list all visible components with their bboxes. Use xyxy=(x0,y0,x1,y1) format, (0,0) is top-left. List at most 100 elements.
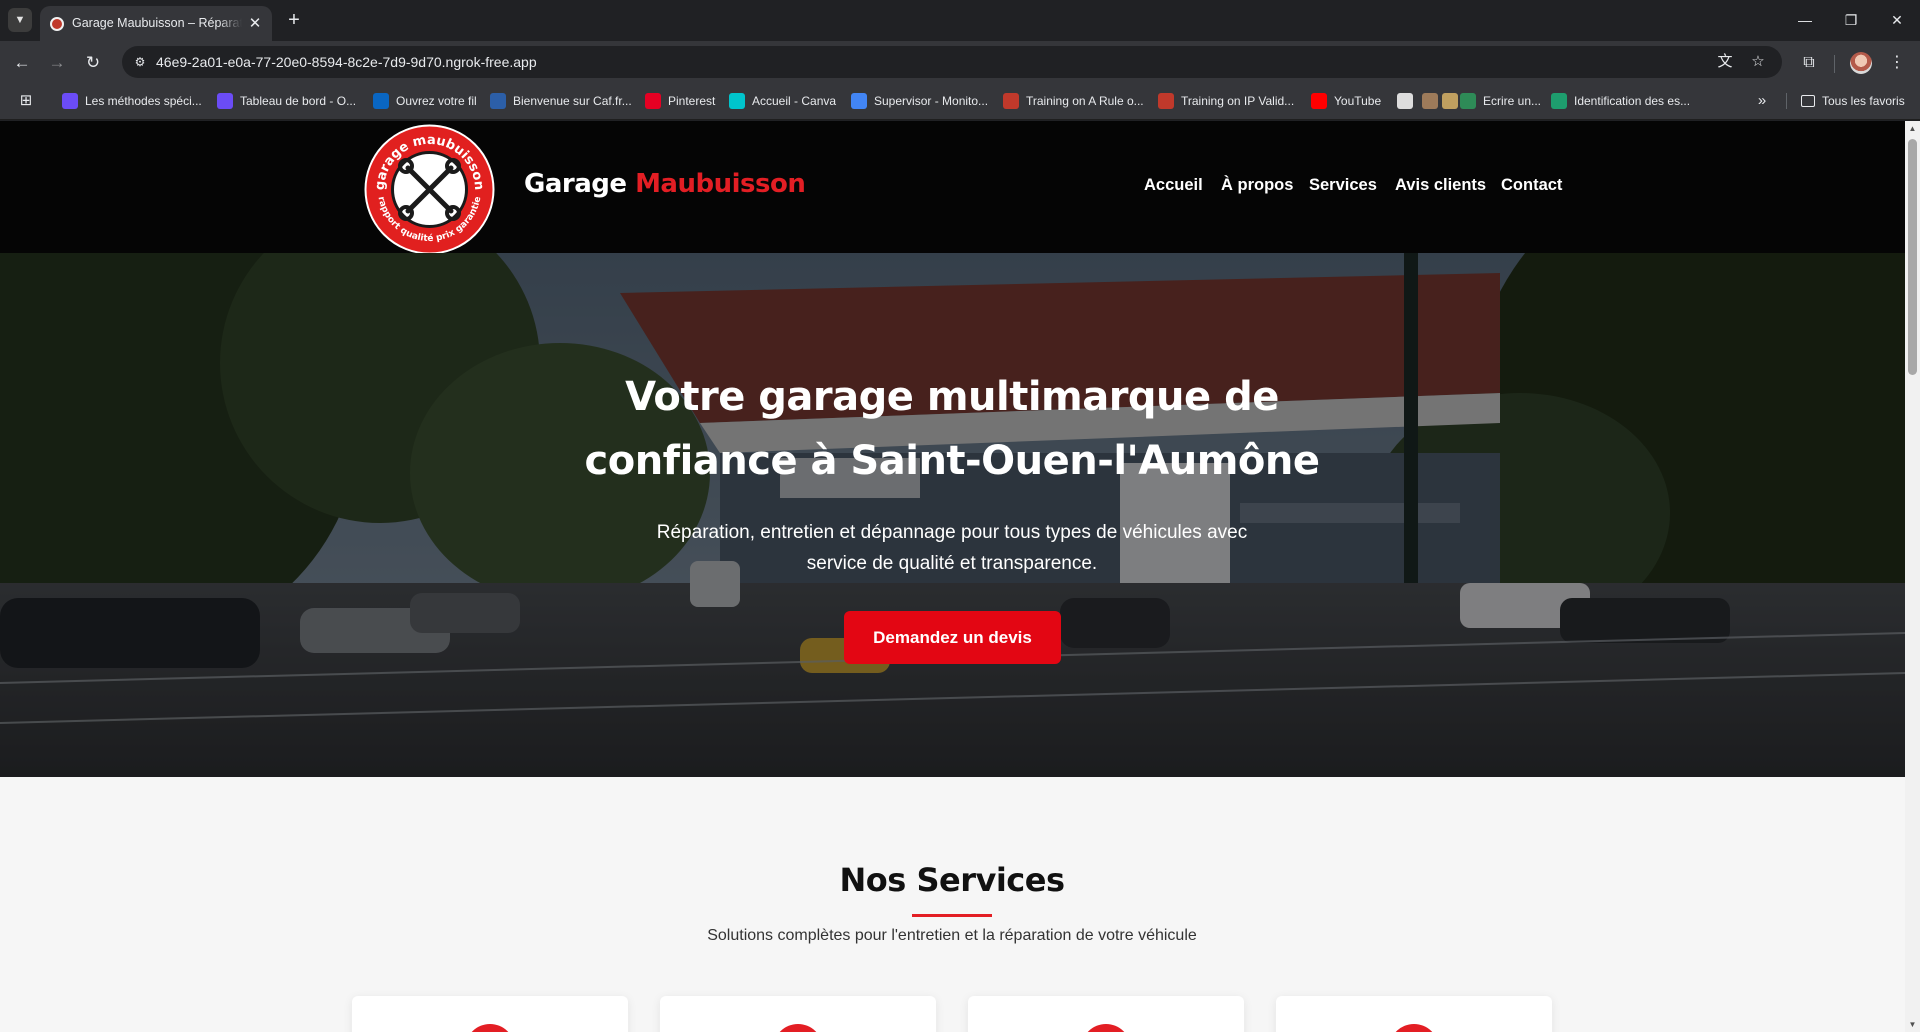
bookmark-item[interactable]: Pinterest xyxy=(645,89,715,113)
bookmark-item[interactable]: Tableau de bord - O... xyxy=(217,89,356,113)
toolbar-divider xyxy=(1834,55,1835,73)
back-arrow-left-icon[interactable]: ← xyxy=(9,50,35,76)
garage-favicon-icon xyxy=(50,17,64,31)
bookmark-item[interactable]: Identification des es... xyxy=(1551,89,1690,113)
bookmark-item[interactable]: Les méthodes spéci... xyxy=(62,89,202,113)
scroll-up-arrow-icon[interactable]: ▲ xyxy=(1905,121,1920,136)
browser-tab-active[interactable]: Garage Maubuisson – Réparation ✕ xyxy=(40,6,272,41)
more-bookmarks-chevron-double-right-icon[interactable]: » xyxy=(1752,91,1772,111)
browser-tab-bar: ▼ Garage Maubuisson – Réparation ✕ + — ❐… xyxy=(0,0,1920,41)
bookmark-favicon-icon xyxy=(62,93,78,109)
forward-arrow-right-icon[interactable]: → xyxy=(44,50,70,76)
bookmark-favicon-icon xyxy=(729,93,745,109)
window-minimize-icon[interactable]: — xyxy=(1790,8,1820,32)
scroll-down-arrow-icon[interactable]: ▼ xyxy=(1905,1017,1920,1032)
bookmark-label: Les méthodes spéci... xyxy=(85,94,202,108)
bookmark-label: Tableau de bord - O... xyxy=(240,94,357,108)
window-restore-icon[interactable]: ❐ xyxy=(1836,8,1866,32)
bookmark-item[interactable]: Bienvenue sur Caf.fr... xyxy=(490,89,632,113)
bookmark-item[interactable]: Supervisor - Monito... xyxy=(851,89,988,113)
bookmark-favicon-icon xyxy=(490,93,506,109)
services-subtitle: Solutions complètes pour l'entretien et … xyxy=(707,927,1197,944)
bookmark-favicon-icon xyxy=(1397,93,1413,109)
bookmark-label: YouTube xyxy=(1334,94,1382,108)
bookmark-item[interactable]: Ouvrez votre fil xyxy=(373,89,477,113)
bookmark-favicon-icon xyxy=(1442,93,1458,109)
extensions-puzzle-icon[interactable]: ⧉ xyxy=(1796,50,1822,76)
tab-search-chevron-down-icon[interactable]: ▼ xyxy=(8,8,32,32)
bookmark-item[interactable]: Training on A Rule o... xyxy=(1003,89,1144,113)
service-card[interactable] xyxy=(352,996,628,1032)
service-card[interactable] xyxy=(968,996,1244,1032)
services-title: Nos Services xyxy=(839,861,1065,899)
bookmark-favicon-icon xyxy=(851,93,867,109)
address-bar[interactable]: ⚙ 46e9-2a01-e0a-77-20e0-8594-8c2e-7d9-9d… xyxy=(122,46,1782,78)
all-bookmarks-label: Tous les favoris xyxy=(1822,94,1905,108)
url-text[interactable]: 46e9-2a01-e0a-77-20e0-8594-8c2e-7d9-9d70… xyxy=(156,54,537,70)
bookmark-label: Bienvenue sur Caf.fr... xyxy=(513,94,632,108)
hero-section: Votre garage multimarque de confiance à … xyxy=(0,253,1905,777)
request-quote-button[interactable]: Demandez un devis xyxy=(844,611,1061,664)
bookmark-favicon-icon xyxy=(1158,93,1174,109)
bookmark-item[interactable]: Accueil - Canva xyxy=(729,89,836,113)
site-info-tune-icon[interactable]: ⚙ xyxy=(130,52,150,72)
window-close-icon[interactable]: ✕ xyxy=(1882,8,1912,32)
brand-name[interactable]: Garage Maubuisson xyxy=(524,169,806,199)
browser-menu-kebab-icon[interactable]: ⋮ xyxy=(1884,50,1910,76)
bookmark-label: Training on IP Valid... xyxy=(1181,94,1295,108)
bookmark-favicon-icon xyxy=(1003,93,1019,109)
hero-subtitle-line-2: service de qualité et transparence. xyxy=(806,553,1098,574)
nav-link-services[interactable]: Services xyxy=(1309,176,1377,195)
brand-main: Garage xyxy=(524,169,627,199)
tab-title: Garage Maubuisson – Réparation xyxy=(72,16,242,32)
bookmark-item[interactable] xyxy=(1397,89,1413,113)
bookmark-label: Identification des es... xyxy=(1574,94,1691,108)
new-tab-plus-icon[interactable]: + xyxy=(282,8,306,32)
service-icon xyxy=(465,1024,515,1032)
hero-subtitle: Réparation, entretien et dépannage pour … xyxy=(602,517,1302,579)
service-card[interactable] xyxy=(660,996,936,1032)
bookmark-favicon-icon xyxy=(645,93,661,109)
bookmark-star-icon[interactable]: ☆ xyxy=(1747,51,1769,73)
service-icon xyxy=(1081,1024,1131,1032)
service-icon xyxy=(773,1024,823,1032)
bookmark-favicon-icon xyxy=(1551,93,1567,109)
page-scrollbar[interactable]: ▲ ▼ xyxy=(1905,121,1920,1032)
bookmark-label: Accueil - Canva xyxy=(752,94,837,108)
brand-accent: Maubuisson xyxy=(635,169,806,199)
page-viewport: garage maubuisson rapport qualité prix g… xyxy=(0,121,1905,1032)
bookmark-item[interactable]: Ecrire un... xyxy=(1460,89,1541,113)
profile-avatar[interactable] xyxy=(1850,52,1872,74)
bookmark-item[interactable] xyxy=(1422,89,1438,113)
nav-link-a-propos[interactable]: À propos xyxy=(1221,176,1293,195)
reload-icon[interactable]: ↻ xyxy=(80,50,106,76)
bookmark-label: Ouvrez votre fil xyxy=(396,94,477,108)
scrollbar-thumb[interactable] xyxy=(1908,139,1917,375)
bookmark-favicon-icon xyxy=(1311,93,1327,109)
bookmark-item[interactable] xyxy=(1442,89,1458,113)
bookmarks-bar: ⊞ Les méthodes spéci... Tableau de bord -… xyxy=(0,83,1920,120)
bookmark-favicon-icon xyxy=(217,93,233,109)
bookmark-label: Ecrire un... xyxy=(1483,94,1542,108)
services-title-underline xyxy=(912,914,992,917)
bookmark-item[interactable]: YouTube xyxy=(1311,89,1381,113)
bookmark-label: Training on A Rule o... xyxy=(1026,94,1144,108)
all-bookmarks-folder[interactable]: Tous les favoris xyxy=(1801,89,1905,113)
translate-icon[interactable]: 文 xyxy=(1714,51,1736,73)
site-header: garage maubuisson rapport qualité prix g… xyxy=(0,121,1905,255)
nav-link-contact[interactable]: Contact xyxy=(1501,176,1562,195)
bookmark-favicon-icon xyxy=(1460,93,1476,109)
hero-subtitle-line-1: Réparation, entretien et dépannage pour … xyxy=(656,522,1248,543)
hero-background-garage-photo xyxy=(0,253,1905,777)
bookmarks-divider xyxy=(1786,93,1787,109)
apps-grid-icon[interactable]: ⊞ xyxy=(16,91,36,111)
bookmark-favicon-icon xyxy=(373,93,389,109)
bookmark-label: Pinterest xyxy=(668,94,716,108)
garage-logo[interactable]: garage maubuisson rapport qualité prix g… xyxy=(364,124,495,255)
tab-close-icon[interactable]: ✕ xyxy=(246,15,264,33)
nav-link-avis-clients[interactable]: Avis clients xyxy=(1395,176,1486,195)
hero-title-line-1: Votre garage multimarque de xyxy=(625,374,1279,420)
nav-link-accueil[interactable]: Accueil xyxy=(1144,176,1203,195)
service-card[interactable] xyxy=(1276,996,1552,1032)
bookmark-item[interactable]: Training on IP Valid... xyxy=(1158,89,1294,113)
